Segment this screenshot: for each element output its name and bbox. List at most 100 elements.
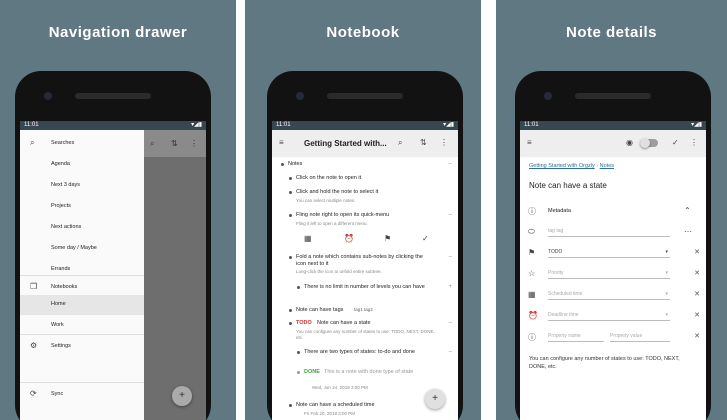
drawer-item-label: Errands xyxy=(51,266,71,272)
phone-speaker xyxy=(75,93,151,99)
note-bullet xyxy=(281,163,284,166)
fold-icon[interactable]: – xyxy=(449,212,452,218)
drawer-item-work[interactable]: Work xyxy=(20,318,144,332)
note-title: Note can have tags xyxy=(296,307,344,313)
breadcrumb: Getting Started with Orgzly › Notes xyxy=(529,163,706,169)
clear-icon[interactable]: ✕ xyxy=(694,332,700,340)
more-horiz-icon[interactable]: ⋯ xyxy=(684,227,692,236)
panel-caption: Notebook xyxy=(326,24,400,41)
drawer-item-home[interactable]: Home xyxy=(20,295,144,315)
phone-speaker xyxy=(575,93,651,99)
phone-frame: 11:01 ▾◢▮ ⌕ ⇅ ⋮ + ⌕ Searches Agenda Next xyxy=(15,71,211,420)
drawer-item-projects[interactable]: Projects xyxy=(20,200,144,212)
drawer-item-next-actions[interactable]: Next actions xyxy=(20,221,144,233)
search-icon: ⌕ xyxy=(150,139,155,148)
priority-select[interactable]: Priority ▾ xyxy=(548,270,670,279)
edit-toggle[interactable] xyxy=(640,138,658,148)
note-content: Long-click the icon to unfold entire sub… xyxy=(296,269,382,274)
scheduled-placeholder: Scheduled time xyxy=(548,291,583,297)
drawer-item-next-3-days[interactable]: Next 3 days xyxy=(20,179,144,191)
metadata-label: Metadata xyxy=(548,208,571,214)
drawer-item-label: Next 3 days xyxy=(51,182,81,188)
panel-caption: Navigation drawer xyxy=(48,24,188,41)
state-badge-todo: TODO xyxy=(296,320,312,326)
search-icon[interactable]: ⌕ xyxy=(398,138,402,148)
note-body[interactable]: You can configure any number of states t… xyxy=(529,355,694,371)
clear-icon[interactable]: ✕ xyxy=(694,248,700,256)
deadline-select[interactable]: Deadline time ▾ xyxy=(548,312,670,321)
fold-icon[interactable]: – xyxy=(449,320,452,326)
hamburger-menu-icon[interactable]: ≡ xyxy=(527,138,532,147)
status-bar: 11:01 ▾◢▮ xyxy=(520,121,706,130)
phone-screen: 11:01 ▾◢▮ ≡ ◉ ✓ ⋮ Getting Started with O… xyxy=(520,121,706,420)
breadcrumb-book-link[interactable]: Getting Started with Orgzly xyxy=(529,163,595,169)
calendar-icon[interactable]: ▦ xyxy=(304,234,312,243)
clear-icon[interactable]: ✕ xyxy=(694,290,700,298)
dropdown-icon: ▾ xyxy=(665,249,668,255)
drawer-item-some-day-maybe[interactable]: Some day / Maybe xyxy=(20,242,144,254)
check-icon[interactable]: ✓ xyxy=(672,138,679,147)
check-circle-icon[interactable]: ✓ xyxy=(422,234,429,243)
note-title: Fold a note which contains sub-notes by … xyxy=(296,254,423,267)
drawer-item-errands[interactable]: Errands xyxy=(20,263,144,275)
drawer-item-label: Notebooks xyxy=(51,284,78,290)
note-content: You can select multiple notes. xyxy=(296,198,356,203)
drawer-item-label: Searches xyxy=(51,140,75,146)
eye-icon[interactable]: ◉ xyxy=(626,138,633,147)
note-bullet xyxy=(297,286,300,289)
drawer-item-settings[interactable]: ⚙ Settings xyxy=(20,339,144,353)
drawer-item-sync[interactable]: ⟳ Sync xyxy=(20,387,144,401)
drawer-item-agenda[interactable]: Agenda xyxy=(20,158,144,170)
scheduled-select[interactable]: Scheduled time ▾ xyxy=(548,291,670,300)
note-content: Fling it left to open a different menu. xyxy=(296,221,368,226)
breadcrumb-note-link[interactable]: Notes xyxy=(600,163,614,169)
add-note-fab[interactable]: + xyxy=(425,389,445,409)
notebook-title: Getting Started with... xyxy=(304,139,387,148)
phone-speaker xyxy=(327,93,403,99)
drawer-item-searches[interactable]: ⌕ Searches xyxy=(20,136,144,150)
tag-icon: ⬭ xyxy=(528,227,535,236)
phone-camera xyxy=(44,92,52,100)
property-value-input[interactable]: Property value xyxy=(610,333,670,342)
sync-icon: ⟳ xyxy=(30,389,37,398)
dimmed-content: ⌕ ⇅ ⋮ + xyxy=(144,130,206,420)
alarm-clock-icon[interactable]: ⏰ xyxy=(344,234,354,243)
note-bullet xyxy=(289,404,292,407)
more-vert-icon[interactable]: ⋮ xyxy=(440,138,448,147)
state-badge-done: DONE xyxy=(304,369,320,375)
note-bullet xyxy=(289,177,292,180)
more-vert-icon[interactable]: ⋮ xyxy=(690,138,698,147)
status-time: 11:01 xyxy=(24,122,39,128)
fold-icon[interactable]: – xyxy=(449,254,452,260)
clear-icon[interactable]: ✕ xyxy=(694,269,700,277)
state-select[interactable]: TODO ▾ xyxy=(548,249,670,258)
phone-screen: 11:01 ▾◢▮ ⌕ ⇅ ⋮ + ⌕ Searches Agenda Next xyxy=(20,121,206,420)
priority-row: ☆ Priority ▾ ✕ xyxy=(520,269,706,279)
phone-frame: 11:01 ▾◢▮ ≡ ◉ ✓ ⋮ Getting Started with O… xyxy=(515,71,711,420)
fold-icon[interactable]: – xyxy=(449,161,452,167)
metadata-header[interactable]: ⓘ Metadata ⌃ xyxy=(520,206,706,216)
state-value: TODO xyxy=(548,249,563,255)
tags-input[interactable]: tag tag xyxy=(548,228,670,237)
note-bullet xyxy=(289,214,292,217)
fold-icon[interactable]: – xyxy=(449,349,452,355)
chevron-up-icon[interactable]: ⌃ xyxy=(684,206,691,215)
property-name-input[interactable]: Property name xyxy=(548,333,604,342)
note-title: There is no limit in number of levels yo… xyxy=(304,284,425,290)
note-title[interactable]: Note can have a state xyxy=(529,181,706,190)
drawer-item-label: Sync xyxy=(51,391,64,397)
add-note-fab[interactable]: + xyxy=(172,386,192,406)
drawer-item-notebooks[interactable]: ❐ Notebooks xyxy=(20,280,144,294)
flag-icon[interactable]: ⚑ xyxy=(384,234,391,243)
sort-icon[interactable]: ⇅ xyxy=(420,138,427,147)
note-content: You can configure any number of states t… xyxy=(296,329,435,340)
priority-placeholder: Priority xyxy=(548,270,564,276)
drawer-divider xyxy=(20,334,144,335)
deadline-placeholder: Deadline time xyxy=(548,312,579,318)
note-title: Click and hold the note to select it xyxy=(296,189,379,195)
unfold-icon[interactable]: + xyxy=(448,284,452,290)
clear-icon[interactable]: ✕ xyxy=(694,311,700,319)
dropdown-icon: ▾ xyxy=(665,270,668,276)
hamburger-menu-icon[interactable]: ≡ xyxy=(279,138,284,147)
note-title: Note can have a scheduled time xyxy=(296,402,375,408)
